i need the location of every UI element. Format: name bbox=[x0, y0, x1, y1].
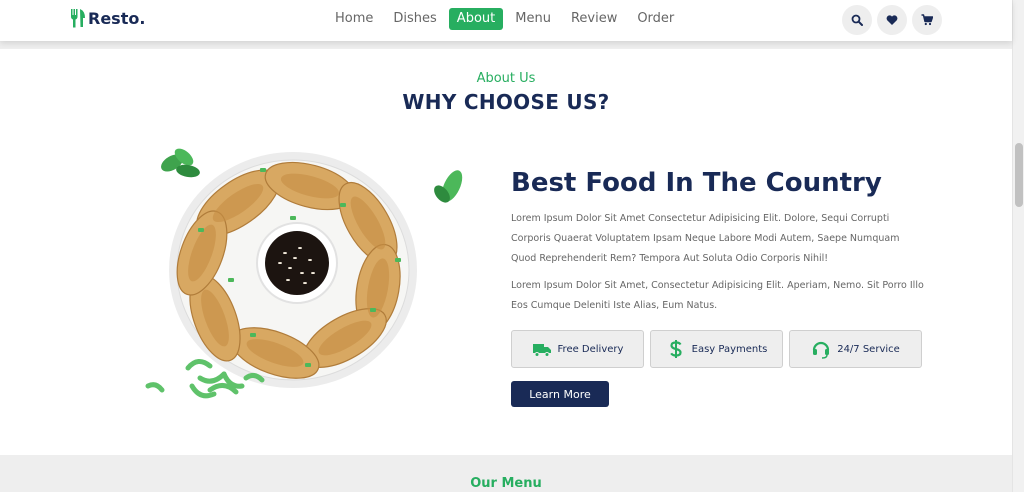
header-icons bbox=[842, 5, 942, 35]
search-button[interactable] bbox=[842, 5, 872, 35]
main-nav: Home Dishes About Menu Review Order bbox=[327, 8, 686, 30]
feature-label: Free Delivery bbox=[557, 343, 624, 355]
scrollbar-thumb[interactable] bbox=[1015, 143, 1023, 207]
basil-leaf bbox=[434, 170, 463, 203]
learn-more-button[interactable]: Learn More bbox=[511, 381, 609, 407]
header-divider bbox=[0, 41, 1012, 49]
search-icon bbox=[851, 14, 863, 26]
truck-icon bbox=[532, 344, 551, 357]
heart-icon bbox=[886, 15, 898, 25]
about-paragraph: Lorem Ipsum Dolor Sit Amet Consectetur A… bbox=[511, 213, 900, 264]
basil-leaf bbox=[161, 148, 200, 178]
features-row: Free Delivery Easy Payments 24/7 Service bbox=[511, 330, 922, 368]
nav-dishes[interactable]: Dishes bbox=[385, 8, 444, 30]
utensils-icon bbox=[71, 9, 85, 28]
nav-home[interactable]: Home bbox=[327, 8, 381, 30]
wishlist-button[interactable] bbox=[877, 5, 907, 35]
cart-button[interactable] bbox=[912, 5, 942, 35]
dollar-icon bbox=[669, 340, 682, 358]
nav-menu[interactable]: Menu bbox=[507, 8, 559, 30]
nav-review[interactable]: Review bbox=[563, 8, 625, 30]
feature-easy-payments[interactable]: Easy Payments bbox=[650, 330, 783, 368]
dumplings-image bbox=[145, 148, 463, 399]
feature-label: 24/7 Service bbox=[837, 343, 900, 355]
nav-order[interactable]: Order bbox=[629, 8, 682, 30]
feature-label: Easy Payments bbox=[691, 343, 768, 355]
brand-name: Resto. bbox=[88, 8, 146, 28]
feature-free-delivery[interactable]: Free Delivery bbox=[511, 330, 644, 368]
feature-24-7-service[interactable]: 24/7 Service bbox=[789, 330, 922, 368]
logo[interactable]: Resto. bbox=[70, 8, 145, 28]
section-heading: WHY CHOOSE US? bbox=[402, 90, 610, 114]
content-title: Best Food In The Country bbox=[511, 168, 882, 198]
page-scrollbar[interactable] bbox=[1012, 0, 1024, 492]
menu-subheading: Our Menu bbox=[470, 476, 542, 491]
site-header: Resto. Home Dishes About Menu Review Ord… bbox=[0, 0, 1012, 41]
section-subheading: About Us bbox=[476, 71, 536, 86]
cart-icon bbox=[921, 14, 933, 26]
headset-icon bbox=[813, 341, 830, 359]
about-paragraph: Lorem Ipsum Dolor Sit Amet, Consectetur … bbox=[511, 280, 924, 311]
nav-about[interactable]: About bbox=[448, 8, 504, 30]
